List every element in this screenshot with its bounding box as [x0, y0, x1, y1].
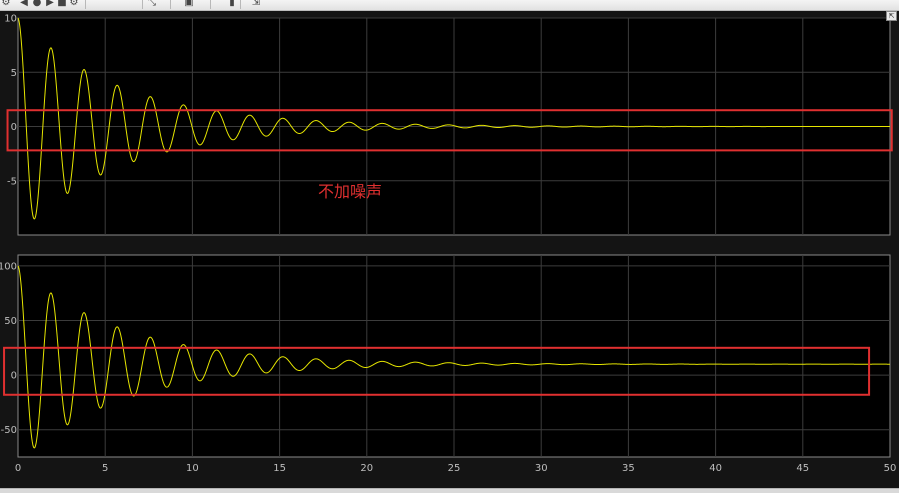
status-bar [0, 488, 899, 493]
axes-2-y-tick-label: 50 [4, 316, 17, 327]
scale-icon[interactable]: ▣ [183, 0, 195, 8]
axes-2-x-tick-label: 0 [15, 463, 21, 474]
axes-2-x-tick-label: 35 [622, 463, 635, 474]
axes-2-x-tick-label: 5 [102, 463, 108, 474]
export-icon[interactable]: ⇲ [250, 0, 262, 8]
axes-1-y-tick-label: -5 [7, 176, 17, 187]
settings-icon[interactable]: ⚙ [68, 0, 80, 8]
stop-icon[interactable]: ■ [56, 0, 68, 8]
axes-2-x-tick-label: 25 [448, 463, 461, 474]
cursor-icon[interactable]: ▮ [226, 0, 238, 8]
axes-2-y-tick-label: 100 [0, 261, 17, 272]
scope-toolbar: ⚙ ◀ ● ▶ ■ ⚙ ⤡ ▣ ▮ ⇲ [0, 0, 899, 11]
step-back-icon[interactable]: ◀ [18, 0, 30, 8]
axes-2-x-tick-label: 20 [360, 463, 373, 474]
axes-2-y-tick-label: 0 [11, 371, 17, 382]
run-icon[interactable]: ● [31, 0, 43, 8]
axes-2-x-tick-label: 15 [273, 463, 286, 474]
axes-2-y-tick-label: -50 [1, 425, 17, 436]
toolbar-separator [142, 0, 143, 9]
zoom-icon[interactable]: ⤡ [146, 0, 158, 8]
toolbar-separator [240, 0, 241, 9]
axes-2-x-tick-label: 40 [709, 463, 722, 474]
axes-2-x-tick-label: 30 [535, 463, 548, 474]
step-forward-icon[interactable]: ▶ [44, 0, 56, 8]
axes-1-y-tick-label: 10 [4, 14, 17, 25]
expand-icon[interactable]: ⇱ [886, 11, 897, 21]
scope-plot-canvas: 1050-50 5 10 15 20 25 30 35 40 45 50100500-50 不加噪声 [0, 14, 897, 475]
axes-1-y-tick-label: 5 [11, 68, 17, 79]
toolbar-separator [210, 0, 211, 9]
axes-2-x-tick-label: 45 [796, 463, 809, 474]
axes-2-x-tick-label: 10 [186, 463, 199, 474]
toolbar-separator [85, 0, 86, 9]
annotation-no-noise: 不加噪声 [318, 182, 382, 201]
axes-2-x-tick-label: 50 [884, 463, 897, 474]
settings-gear-icon[interactable]: ⚙ [0, 0, 12, 8]
axes-1-y-tick-label: 0 [11, 122, 17, 133]
toolbar-separator [170, 0, 171, 9]
scope-figure: 10 5 0 -5 0 5 10 15 20 25 30 35 40 45 50 100 50 0 -50 不加噪声… [0, 11, 899, 488]
